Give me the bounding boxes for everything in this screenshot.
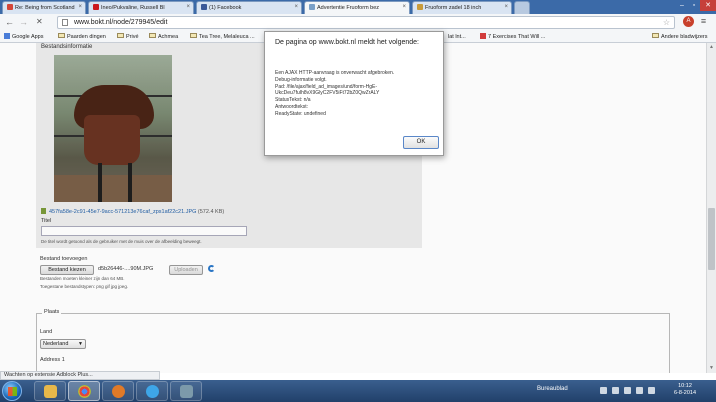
url-text: www.bokt.nl/node/279945/edit xyxy=(74,19,168,26)
tray-icon[interactable] xyxy=(600,387,607,394)
ok-button[interactable]: OK xyxy=(403,136,439,149)
page-icon xyxy=(480,33,486,39)
maximize-button[interactable]: ▫ xyxy=(688,0,700,11)
dialog-message: Een AJAX HTTP-aanvraag is onverwacht afg… xyxy=(275,70,394,118)
taskbar-skype[interactable] xyxy=(136,381,168,401)
alert-dialog: De pagina op www.bokt.nl meldt het volge… xyxy=(264,31,444,156)
close-icon[interactable]: × xyxy=(504,4,508,10)
windows-taskbar: Bureaublad 10:12 6-8-2014 xyxy=(0,380,716,402)
tab-advertentie[interactable]: Advertentie Fruoform bez × xyxy=(304,1,410,14)
folder-icon xyxy=(190,33,197,38)
folder-icon xyxy=(652,33,659,38)
tab-label: (1) Facebook xyxy=(209,5,242,11)
message-line: Antwoordtekst: xyxy=(275,103,309,110)
bookmark-label: lat lnt... xyxy=(448,34,466,40)
taskbar-tool[interactable] xyxy=(170,381,202,401)
taskbar-media[interactable] xyxy=(102,381,134,401)
gmail-icon xyxy=(7,4,13,10)
new-tab-button[interactable] xyxy=(514,1,530,14)
start-button[interactable] xyxy=(2,381,22,401)
dialog-title: De pagina op www.bokt.nl meldt het volge… xyxy=(275,39,419,46)
windows-logo-icon xyxy=(8,387,17,396)
scroll-down-icon[interactable]: ▼ xyxy=(709,365,714,371)
message-line: Een AJAX HTTP-aanvraag is onverwacht afg… xyxy=(275,70,395,76)
address-bar[interactable]: www.bokt.nl/node/279945/edit ☆ xyxy=(57,16,675,29)
volume-icon[interactable] xyxy=(648,387,655,394)
stop-button[interactable]: ✕ xyxy=(36,17,43,27)
page-scrollbar[interactable]: ▲ ▼ xyxy=(706,43,716,373)
apps-icon xyxy=(4,33,10,39)
status-bar: Wachten op extensie Adblock Plus... xyxy=(0,371,160,380)
tab-label: Advertentie Fruoform bez xyxy=(317,5,380,11)
chrome-icon xyxy=(78,385,91,398)
message-line: Pad: /file/ajax/field_ad_images/und/form… xyxy=(275,83,377,90)
bokt-icon xyxy=(309,4,315,10)
bookmark-paarden[interactable]: Paarden dingen xyxy=(58,32,106,42)
browser-toolbar: ← → ✕ www.bokt.nl/node/279945/edit ☆ A ≡ xyxy=(0,14,716,31)
taskbar-chrome[interactable] xyxy=(68,381,100,401)
star-icon[interactable]: ☆ xyxy=(663,17,670,28)
folder-icon xyxy=(44,385,57,398)
message-line: UkcDeu7fuIh8vX9GlyC2FV5iFt72bZ0QwZrALY xyxy=(275,90,380,97)
taskbar-explorer[interactable] xyxy=(34,381,66,401)
minimize-button[interactable]: – xyxy=(676,0,688,11)
close-icon[interactable]: × xyxy=(402,4,406,10)
tab-facebook[interactable]: (1) Facebook × xyxy=(196,1,302,14)
folder-icon xyxy=(117,33,124,38)
scroll-up-icon[interactable]: ▲ xyxy=(709,44,714,50)
tray-icon[interactable] xyxy=(612,387,619,394)
bookmark-tea-tree[interactable]: Tea Tree, Melaleuca ... xyxy=(190,32,255,42)
bookmark-label: Andere bladwijzers xyxy=(661,34,708,40)
close-icon[interactable]: × xyxy=(78,4,82,10)
bookmark-label: 7 Exercises That Will ... xyxy=(488,34,546,40)
facebook-icon xyxy=(201,4,207,10)
bookmark-label: Google Apps xyxy=(12,34,44,40)
bookmark-andere[interactable]: Andere bladwijzers xyxy=(652,32,707,42)
bookmark-label: Privé xyxy=(126,34,139,40)
folder-icon xyxy=(149,33,156,38)
tab-label: Fruoform zadel 18 inch xyxy=(425,5,482,11)
close-icon[interactable]: × xyxy=(186,4,190,10)
message-line: StatusTekst: n/a xyxy=(275,97,311,104)
bookmark-label: Achmea xyxy=(158,34,179,40)
close-icon[interactable]: × xyxy=(294,4,298,10)
menu-icon[interactable]: ≡ xyxy=(698,16,709,27)
tab-fruoform[interactable]: Fruoform zadel 18 inch × xyxy=(412,1,512,14)
bookmark-prive[interactable]: Privé xyxy=(117,32,139,42)
tab-strip: Re: Being from Scotland × Ineo/Pukvaline,… xyxy=(0,0,716,14)
flag-icon[interactable] xyxy=(636,387,643,394)
media-player-icon xyxy=(112,385,125,398)
clock[interactable]: 10:12 6-8-2014 xyxy=(674,383,696,397)
forward-button[interactable]: → xyxy=(19,17,28,27)
close-window-button[interactable]: ✕ xyxy=(700,0,716,11)
bookmark-lat[interactable]: lat lnt... xyxy=(448,32,466,42)
clock-time: 10:12 xyxy=(678,383,692,389)
bookmark-label: Tea Tree, Melaleuca ... xyxy=(199,34,255,40)
scroll-thumb[interactable] xyxy=(708,208,715,270)
youtube-icon xyxy=(93,4,99,10)
tab-gmail[interactable]: Re: Being from Scotland × xyxy=(2,1,86,14)
bookmark-exercises[interactable]: 7 Exercises That Will ... xyxy=(480,32,545,42)
adblock-icon[interactable]: A xyxy=(683,16,694,27)
bookmark-google-apps[interactable]: Google Apps xyxy=(4,32,44,42)
page-icon xyxy=(417,4,423,10)
desktop-toolbar-label[interactable]: Bureaublad xyxy=(537,386,568,392)
tab-label: Ineo/Pukvaline, Russell Bl xyxy=(101,5,165,11)
tab-label: Re: Being from Scotland xyxy=(15,5,75,11)
bookmark-achmea[interactable]: Achmea xyxy=(149,32,178,42)
message-line: Debug-informatie volgt. xyxy=(275,76,327,83)
message-line: ReadyState: undefined xyxy=(275,110,326,117)
tab-youtube[interactable]: Ineo/Pukvaline, Russell Bl × xyxy=(88,1,194,14)
skype-icon xyxy=(146,385,159,398)
clock-date: 6-8-2014 xyxy=(674,390,697,396)
bookmark-label: Paarden dingen xyxy=(67,34,106,40)
network-icon[interactable] xyxy=(624,387,631,394)
tool-icon xyxy=(180,385,193,398)
folder-icon xyxy=(58,33,65,38)
page-icon xyxy=(62,19,68,26)
back-button[interactable]: ← xyxy=(5,17,14,27)
